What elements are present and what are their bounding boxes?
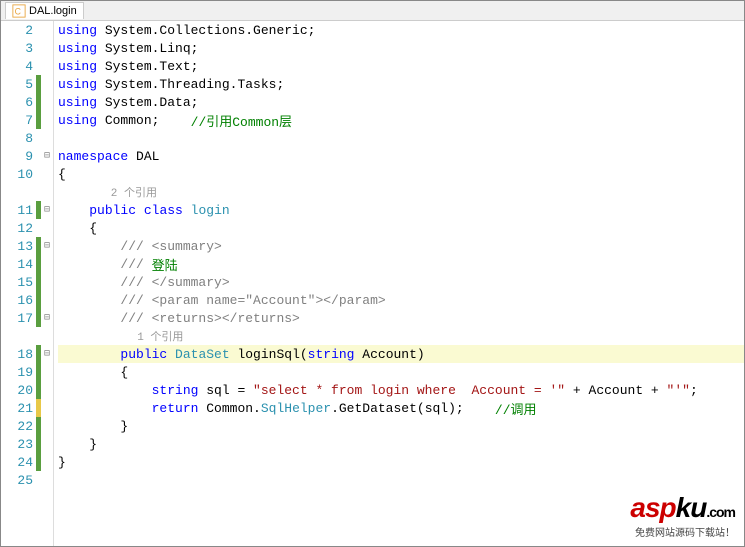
code-line[interactable]: using System.Threading.Tasks; bbox=[58, 75, 744, 93]
line-number: 22 bbox=[1, 419, 36, 434]
code-line[interactable]: public DataSet loginSql(string Account) bbox=[58, 345, 744, 363]
fold-toggle[interactable]: ⊟ bbox=[41, 204, 53, 216]
change-indicator bbox=[36, 21, 41, 39]
change-indicator bbox=[36, 399, 41, 417]
line-number: 19 bbox=[1, 365, 36, 380]
line-number: 21 bbox=[1, 401, 36, 416]
line-number: 13 bbox=[1, 239, 36, 254]
change-indicator bbox=[36, 291, 41, 309]
wm-dot: .com bbox=[706, 504, 735, 520]
change-indicator bbox=[36, 93, 41, 111]
fold-toggle[interactable]: ⊟ bbox=[41, 312, 53, 324]
change-indicator bbox=[36, 453, 41, 471]
line-number: 3 bbox=[1, 41, 36, 56]
change-indicator bbox=[36, 255, 41, 273]
wm-black: ku bbox=[676, 492, 707, 523]
csharp-file-icon: C bbox=[12, 4, 26, 18]
code-line[interactable]: { bbox=[58, 219, 744, 237]
fold-toggle[interactable]: ⊟ bbox=[41, 150, 53, 162]
change-indicator bbox=[36, 165, 41, 183]
watermark-logo: aspku.com bbox=[630, 492, 735, 524]
code-line[interactable]: /// </summary> bbox=[58, 273, 744, 291]
line-number: 18 bbox=[1, 347, 36, 362]
code-line[interactable]: namespace DAL bbox=[58, 147, 744, 165]
code-line[interactable]: using System.Text; bbox=[58, 57, 744, 75]
line-number: 4 bbox=[1, 59, 36, 74]
watermark: aspku.com 免费网站源码下载站！ bbox=[630, 492, 735, 539]
line-number: 20 bbox=[1, 383, 36, 398]
code-line[interactable]: } bbox=[58, 417, 744, 435]
change-indicator bbox=[36, 57, 41, 75]
line-number: 5 bbox=[1, 77, 36, 92]
change-indicator bbox=[36, 435, 41, 453]
code-line[interactable]: using System.Linq; bbox=[58, 39, 744, 57]
code-line[interactable] bbox=[58, 129, 744, 147]
change-indicator bbox=[36, 417, 41, 435]
line-number: 15 bbox=[1, 275, 36, 290]
line-number: 14 bbox=[1, 257, 36, 272]
code-line[interactable]: using System.Data; bbox=[58, 93, 744, 111]
tab-bar: C DAL.login bbox=[1, 1, 744, 21]
line-number: 24 bbox=[1, 455, 36, 470]
code-line[interactable]: } bbox=[58, 435, 744, 453]
line-number: 2 bbox=[1, 23, 36, 38]
line-number: 23 bbox=[1, 437, 36, 452]
change-indicator bbox=[36, 273, 41, 291]
line-number: 16 bbox=[1, 293, 36, 308]
line-number: 8 bbox=[1, 131, 36, 146]
change-indicator bbox=[36, 75, 41, 93]
line-number: 17 bbox=[1, 311, 36, 326]
change-indicator bbox=[36, 471, 41, 489]
tab-title: DAL.login bbox=[29, 5, 77, 17]
line-number: 12 bbox=[1, 221, 36, 236]
codelens-reference[interactable]: 1 个引用 bbox=[58, 327, 744, 345]
code-line[interactable]: } bbox=[58, 453, 744, 471]
line-number: 9 bbox=[1, 149, 36, 164]
change-indicator bbox=[36, 111, 41, 129]
change-indicator bbox=[36, 39, 41, 57]
code-line[interactable]: /// <param name="Account"></param> bbox=[58, 291, 744, 309]
code-line[interactable]: using Common; //引用Common层 bbox=[58, 111, 744, 129]
change-indicator bbox=[36, 381, 41, 399]
fold-toggle[interactable]: ⊟ bbox=[41, 240, 53, 252]
code-area[interactable]: using System.Collections.Generic;using S… bbox=[54, 21, 744, 546]
watermark-sub: 免费网站源码下载站！ bbox=[630, 524, 735, 539]
line-number: 11 bbox=[1, 203, 36, 218]
code-line[interactable]: return Common.SqlHelper.GetDataset(sql);… bbox=[58, 399, 744, 417]
line-number: 6 bbox=[1, 95, 36, 110]
code-line[interactable]: /// <summary> bbox=[58, 237, 744, 255]
change-indicator bbox=[36, 219, 41, 237]
code-editor[interactable]: 23456789⊟1011⊟1213⊟14151617⊟18⊟192021222… bbox=[1, 21, 744, 546]
fold-toggle[interactable]: ⊟ bbox=[41, 348, 53, 360]
svg-text:C: C bbox=[15, 7, 21, 17]
code-line[interactable]: using System.Collections.Generic; bbox=[58, 21, 744, 39]
file-tab[interactable]: C DAL.login bbox=[5, 2, 84, 19]
codelens-reference[interactable]: 2 个引用 bbox=[58, 183, 744, 201]
wm-red: asp bbox=[630, 492, 675, 523]
code-line[interactable]: public class login bbox=[58, 201, 744, 219]
change-indicator bbox=[36, 363, 41, 381]
code-line[interactable]: { bbox=[58, 165, 744, 183]
line-number: 7 bbox=[1, 113, 36, 128]
gutter: 23456789⊟1011⊟1213⊟14151617⊟18⊟192021222… bbox=[1, 21, 54, 546]
code-line[interactable] bbox=[58, 471, 744, 489]
code-line[interactable]: /// 登陆 bbox=[58, 255, 744, 273]
code-line[interactable]: /// <returns></returns> bbox=[58, 309, 744, 327]
line-number: 10 bbox=[1, 167, 36, 182]
line-number: 25 bbox=[1, 473, 36, 488]
code-line[interactable]: { bbox=[58, 363, 744, 381]
code-line[interactable]: string sql = "select * from login where … bbox=[58, 381, 744, 399]
change-indicator bbox=[36, 129, 41, 147]
